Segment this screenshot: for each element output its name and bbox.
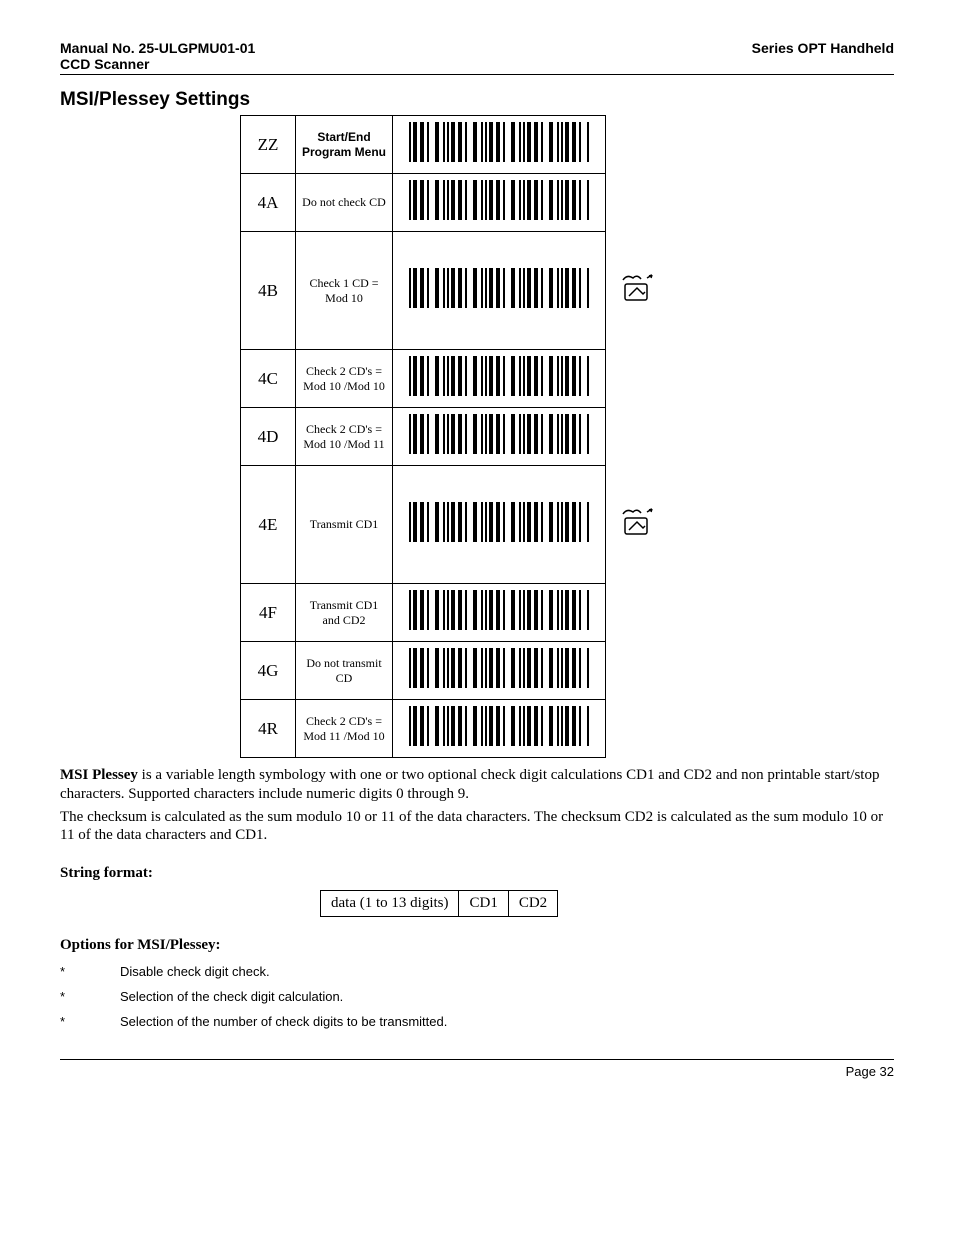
format-cell-cd1: CD1 <box>459 891 508 917</box>
row-default-marker <box>606 350 669 408</box>
row-default-marker <box>606 174 669 232</box>
description-paragraph-1: MSI Plessey is a variable length symbolo… <box>60 766 894 804</box>
bullet-asterisk: * <box>60 964 120 979</box>
barcode-icon <box>409 590 589 630</box>
row-description: Transmit CD1 and CD2 <box>296 584 393 642</box>
row-barcode <box>393 584 606 642</box>
table-row: 4ADo not check CD <box>241 174 669 232</box>
settings-table: ZZStart/End Program Menu4ADo not check C… <box>240 115 669 758</box>
row-default-marker <box>606 116 669 174</box>
row-default-marker <box>606 408 669 466</box>
row-barcode <box>393 466 606 584</box>
symbology-name: MSI Plessey <box>60 767 138 783</box>
row-description: Check 2 CD's = Mod 11 /Mod 10 <box>296 700 393 758</box>
row-description: Do not transmit CD <box>296 642 393 700</box>
row-description: Transmit CD1 <box>296 466 393 584</box>
option-text: Disable check digit check. <box>120 964 270 979</box>
row-barcode <box>393 700 606 758</box>
barcode-icon <box>409 356 589 396</box>
row-description: Check 2 CD's = Mod 10 /Mod 11 <box>296 408 393 466</box>
list-item: *Disable check digit check. <box>60 964 894 979</box>
row-description: Do not check CD <box>296 174 393 232</box>
barcode-icon <box>409 268 589 308</box>
device-label: CCD Scanner <box>60 56 894 72</box>
page-footer: Page 32 <box>60 1059 894 1079</box>
barcode-icon <box>409 648 589 688</box>
row-barcode <box>393 174 606 232</box>
bullet-asterisk: * <box>60 989 120 1004</box>
series-label: Series OPT Handheld <box>752 40 894 56</box>
barcode-icon <box>409 122 589 162</box>
table-row: 4RCheck 2 CD's = Mod 11 /Mod 10 <box>241 700 669 758</box>
section-title: MSI/Plessey Settings <box>60 89 894 111</box>
table-row: 4DCheck 2 CD's = Mod 10 /Mod 11 <box>241 408 669 466</box>
row-barcode <box>393 116 606 174</box>
barcode-icon <box>409 414 589 454</box>
row-code: 4G <box>241 642 296 700</box>
bullet-asterisk: * <box>60 1014 120 1029</box>
table-row: 4GDo not transmit CD <box>241 642 669 700</box>
row-barcode <box>393 642 606 700</box>
string-format-table: data (1 to 13 digits) CD1 CD2 <box>320 890 558 917</box>
row-code: 4E <box>241 466 296 584</box>
manual-number: Manual No. 25-ULGPMU01-01 <box>60 40 255 56</box>
row-code: 4C <box>241 350 296 408</box>
table-row: 4FTransmit CD1 and CD2 <box>241 584 669 642</box>
row-description: Check 1 CD = Mod 10 <box>296 232 393 350</box>
row-default-marker <box>606 466 669 584</box>
list-item: *Selection of the number of check digits… <box>60 1014 894 1029</box>
format-cell-data: data (1 to 13 digits) <box>321 891 459 917</box>
default-setting-icon <box>619 506 655 538</box>
option-text: Selection of the number of check digits … <box>120 1014 447 1029</box>
string-format-label: String format: <box>60 865 894 882</box>
row-default-marker <box>606 642 669 700</box>
format-cell-cd2: CD2 <box>508 891 557 917</box>
options-list: *Disable check digit check.*Selection of… <box>60 964 894 1029</box>
row-description: Check 2 CD's = Mod 10 /Mod 10 <box>296 350 393 408</box>
row-barcode <box>393 232 606 350</box>
table-row: 4BCheck 1 CD = Mod 10 <box>241 232 669 350</box>
barcode-icon <box>409 180 589 220</box>
row-description: Start/End Program Menu <box>296 116 393 174</box>
option-text: Selection of the check digit calculation… <box>120 989 343 1004</box>
options-heading: Options for MSI/Plessey: <box>60 937 894 954</box>
page-header: Manual No. 25-ULGPMU01-01 Series OPT Han… <box>60 40 894 56</box>
description-text-1: is a variable length symbology with one … <box>60 767 879 802</box>
row-barcode <box>393 408 606 466</box>
list-item: *Selection of the check digit calculatio… <box>60 989 894 1004</box>
row-code: ZZ <box>241 116 296 174</box>
row-default-marker <box>606 232 669 350</box>
row-code: 4B <box>241 232 296 350</box>
description-paragraph-2: The checksum is calculated as the sum mo… <box>60 808 894 846</box>
page-number: Page 32 <box>60 1064 894 1079</box>
header-divider <box>60 74 894 75</box>
row-code: 4D <box>241 408 296 466</box>
row-code: 4F <box>241 584 296 642</box>
default-setting-icon <box>619 272 655 304</box>
table-row: ZZStart/End Program Menu <box>241 116 669 174</box>
footer-divider <box>60 1059 894 1060</box>
table-row: 4ETransmit CD1 <box>241 466 669 584</box>
barcode-icon <box>409 502 589 542</box>
barcode-icon <box>409 706 589 746</box>
row-code: 4R <box>241 700 296 758</box>
row-barcode <box>393 350 606 408</box>
table-row: 4CCheck 2 CD's = Mod 10 /Mod 10 <box>241 350 669 408</box>
row-code: 4A <box>241 174 296 232</box>
row-default-marker <box>606 700 669 758</box>
row-default-marker <box>606 584 669 642</box>
